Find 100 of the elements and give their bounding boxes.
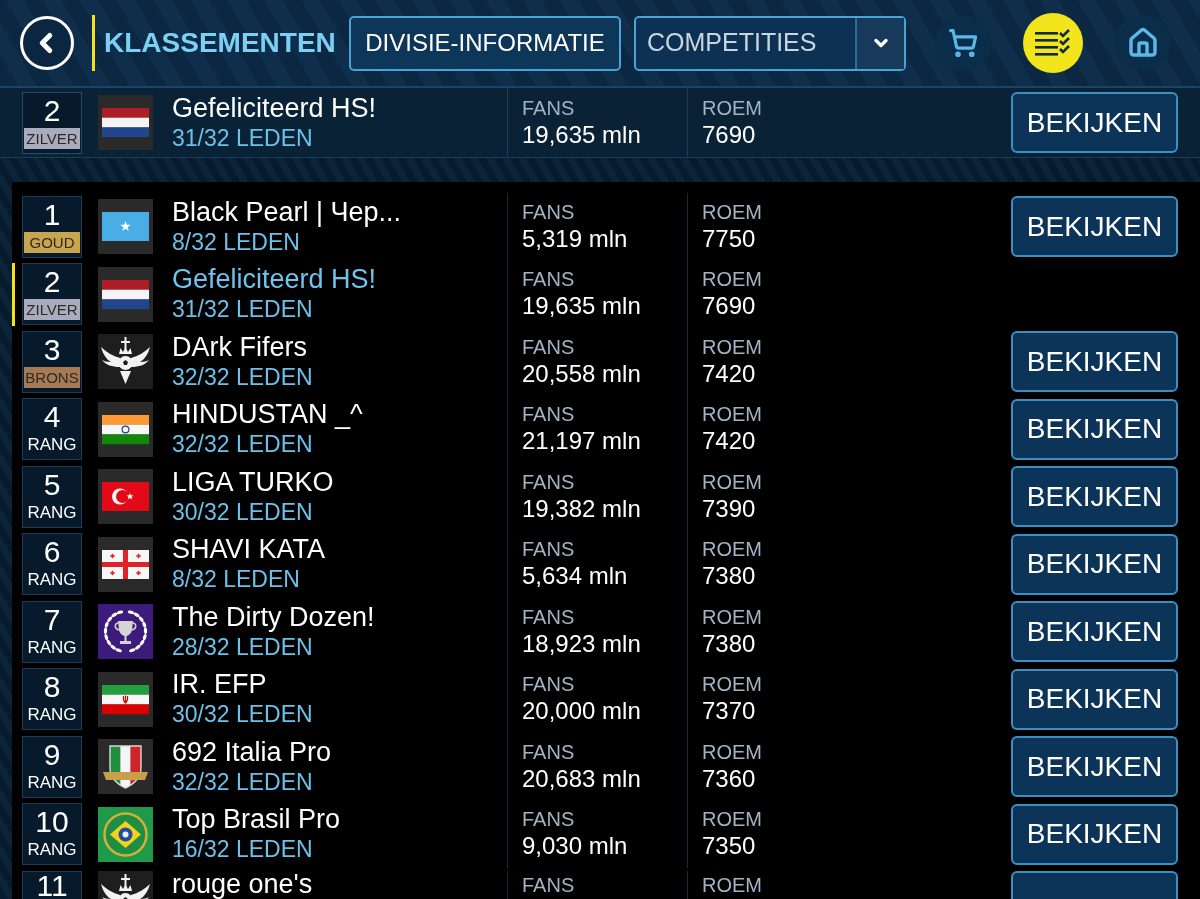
view-button[interactable]: BEKIJKEN (1011, 736, 1178, 798)
rank-label: RANG (26, 501, 78, 523)
fame-value: 7380 (702, 628, 757, 659)
checklist-icon[interactable] (1023, 13, 1083, 73)
view-button[interactable]: BEKIJKEN (1011, 601, 1178, 663)
view-button[interactable]: BEKIJKEN (1011, 466, 1178, 528)
club-name: HINDUSTAN _^ (172, 399, 364, 430)
view-button[interactable]: BEKIJKEN (1011, 668, 1178, 730)
fans-label: FANS (522, 95, 576, 120)
fame-value: 7380 (702, 561, 757, 592)
member-count: 31/32 LEDEN (172, 295, 314, 325)
fame-label: ROEM (702, 469, 763, 494)
view-button[interactable] (1011, 871, 1178, 899)
view-button[interactable]: BEKIJKEN (1011, 92, 1178, 153)
fans-value: 19,382 mln (522, 493, 642, 524)
chevron-left-icon[interactable] (20, 16, 74, 70)
fans-label: FANS (522, 672, 576, 697)
fans-value: 20,683 mln (522, 763, 642, 794)
rank-label: RANG (26, 839, 78, 861)
member-count: 28/32 LEDEN (172, 632, 314, 662)
view-button[interactable]: BEKIJKEN (1011, 533, 1178, 595)
club-name: Top Brasil Pro (172, 804, 342, 835)
view-button[interactable]: BEKIJKEN (1011, 398, 1178, 460)
rank-label: RANG (26, 704, 78, 726)
fame-label: ROEM (702, 873, 763, 897)
club-name: LIGA TURKO (172, 466, 335, 497)
club-name: Black Pearl | Чер... (172, 196, 403, 227)
fame-label: ROEM (702, 334, 763, 359)
fans-value: 5,634 mln (522, 561, 629, 592)
member-count: 32/32 LEDEN (172, 362, 314, 392)
fame-value: 7390 (702, 493, 757, 524)
rank-label: RANG (26, 434, 78, 456)
view-button[interactable]: BEKIJKEN (1011, 803, 1178, 865)
fame-label: ROEM (702, 537, 763, 562)
fans-label: FANS (522, 199, 576, 224)
competition-dropdown[interactable]: COMPETITIES (634, 15, 906, 71)
fans-value: 19,635 mln (522, 291, 642, 322)
rank-number: 6 (43, 534, 61, 570)
member-count: 32/32 LEDEN (172, 767, 314, 797)
fame-label: ROEM (702, 199, 763, 224)
fame-label: ROEM (702, 604, 763, 629)
fans-value: 20,558 mln (522, 358, 642, 389)
rank-label: RANG (26, 636, 78, 658)
club-name: Gefeliciteerd HS! (172, 92, 378, 123)
fame-label: ROEM (702, 807, 763, 832)
rank-label: RANG (26, 569, 78, 591)
club-name: DArk Fifers (172, 331, 308, 362)
club-name: The Dirty Dozen! (172, 601, 376, 632)
member-count: 31/32 LEDEN (172, 123, 314, 153)
rank-number: 8 (43, 669, 61, 705)
fans-label: FANS (522, 402, 576, 427)
fans-label: FANS (522, 469, 576, 494)
fans-value: 5,319 mln (522, 223, 629, 254)
fame-value: 7690 (702, 291, 757, 322)
rank-number: 5 (43, 466, 61, 502)
fans-label: FANS (522, 537, 576, 562)
fans-value: 19,635 mln (522, 119, 642, 150)
view-button[interactable]: BEKIJKEN (1011, 331, 1178, 393)
fame-value: 7370 (702, 696, 757, 727)
rank-number: 2 (43, 264, 61, 300)
club-name: 692 Italia Pro (172, 736, 333, 767)
rank-label: RANG (26, 771, 78, 793)
fans-label: FANS (522, 267, 576, 292)
rank-number: 4 (43, 399, 61, 435)
club-name: rouge one's (172, 871, 314, 898)
member-count: 30/32 LEDEN (172, 700, 314, 730)
rank-number: 2 (43, 92, 61, 128)
view-button[interactable]: BEKIJKEN (1011, 196, 1178, 258)
division-info-button[interactable]: DIVISIE-INFORMATIE (349, 15, 621, 71)
home-icon[interactable] (1115, 15, 1171, 71)
club-name: IR. EFP (172, 669, 268, 700)
fame-value: 7350 (702, 831, 757, 862)
rank-number: 7 (43, 601, 61, 637)
fame-value: 7750 (702, 223, 757, 254)
fans-label: FANS (522, 807, 576, 832)
fame-value: 7420 (702, 426, 757, 457)
rank-number: 9 (43, 736, 61, 772)
fans-label: FANS (522, 604, 576, 629)
fans-value: 18,923 mln (522, 628, 642, 659)
rank-number: 11 (36, 872, 68, 899)
club-name: SHAVI KATA (172, 534, 327, 565)
fame-label: ROEM (702, 402, 763, 427)
member-count: 8/32 LEDEN (172, 565, 301, 595)
fame-label: ROEM (702, 267, 763, 292)
fame-label: ROEM (702, 95, 763, 120)
member-count: 30/32 LEDEN (172, 497, 314, 527)
fame-value: 7420 (702, 358, 757, 389)
fans-value: 21,197 mln (522, 426, 642, 457)
cart-icon[interactable] (935, 15, 991, 71)
rank-label: GOUD (24, 231, 80, 253)
fans-value: 9,030 mln (522, 831, 629, 862)
member-count: 16/32 LEDEN (172, 835, 314, 865)
fans-label: FANS (522, 739, 576, 764)
fans-value: 20,000 mln (522, 696, 642, 727)
rank-label: ZILVER (24, 299, 80, 321)
fame-value: 7690 (702, 119, 757, 150)
rank-number: 1 (43, 196, 61, 232)
member-count: 8/32 LEDEN (172, 227, 301, 257)
rank-number: 10 (35, 804, 69, 840)
club-name: Gefeliciteerd HS! (172, 264, 378, 295)
